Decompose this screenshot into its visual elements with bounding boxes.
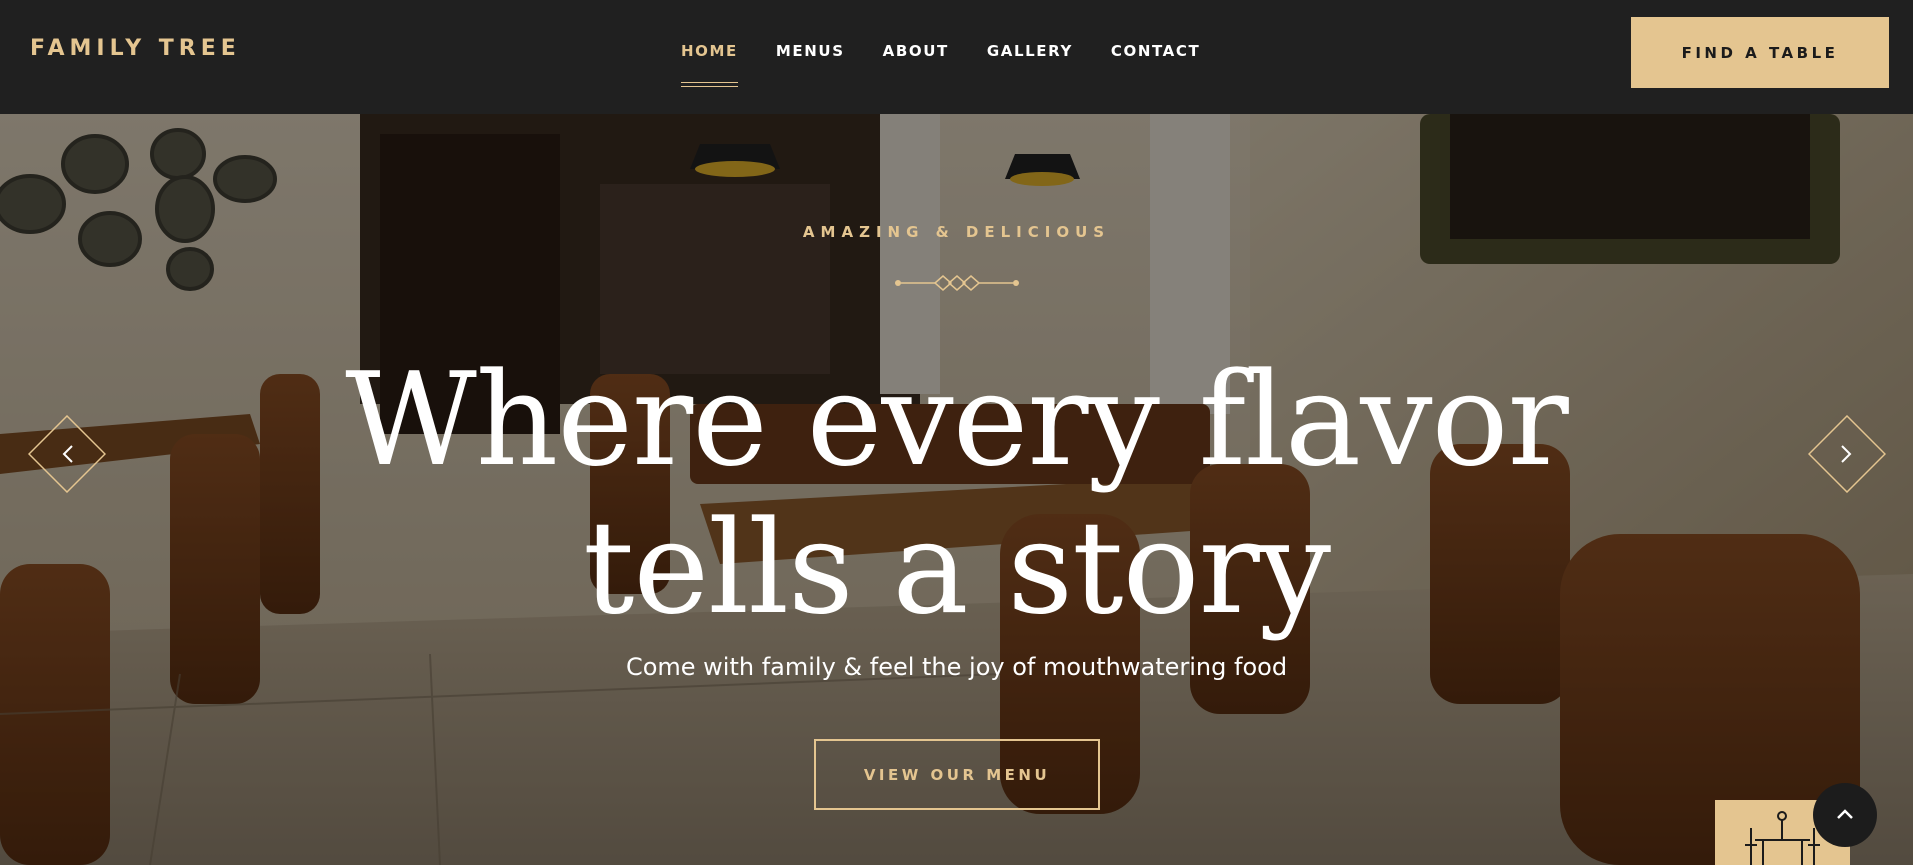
nav-item-gallery[interactable]: GALLERY xyxy=(987,42,1073,60)
chevron-left-icon xyxy=(27,414,107,494)
site-header: FAMILY TREE HOME MENUS ABOUT GALLERY CON… xyxy=(0,0,1913,114)
slider-prev-button[interactable] xyxy=(27,414,107,494)
hero-tagline: Come with family & feel the joy of mouth… xyxy=(625,653,1288,681)
nav-item-menus[interactable]: MENUS xyxy=(776,42,845,60)
separator-icon xyxy=(895,275,1019,291)
hero-section: AMAZING & DELICIOUS Where every flavor t… xyxy=(0,114,1913,865)
main-nav: HOME MENUS ABOUT GALLERY CONTACT xyxy=(681,42,1238,87)
nav-item-about[interactable]: ABOUT xyxy=(883,42,949,60)
hero-headline: Where every flavor tells a story xyxy=(0,347,1913,643)
slider-next-button[interactable] xyxy=(1807,414,1887,494)
chevron-right-icon xyxy=(1807,414,1887,494)
hero-eyebrow: AMAZING & DELICIOUS xyxy=(802,223,1111,241)
brand-logo[interactable]: FAMILY TREE xyxy=(30,36,241,61)
headline-line-2: tells a story xyxy=(582,494,1331,643)
back-to-top-button[interactable] xyxy=(1813,783,1877,847)
nav-item-home[interactable]: HOME xyxy=(681,42,738,87)
chevron-up-icon xyxy=(1837,809,1853,819)
headline-line-1: Where every flavor xyxy=(345,346,1569,495)
find-a-table-button[interactable]: FIND A TABLE xyxy=(1631,17,1889,88)
nav-item-contact[interactable]: CONTACT xyxy=(1111,42,1200,60)
view-our-menu-button[interactable]: VIEW OUR MENU xyxy=(814,739,1100,810)
